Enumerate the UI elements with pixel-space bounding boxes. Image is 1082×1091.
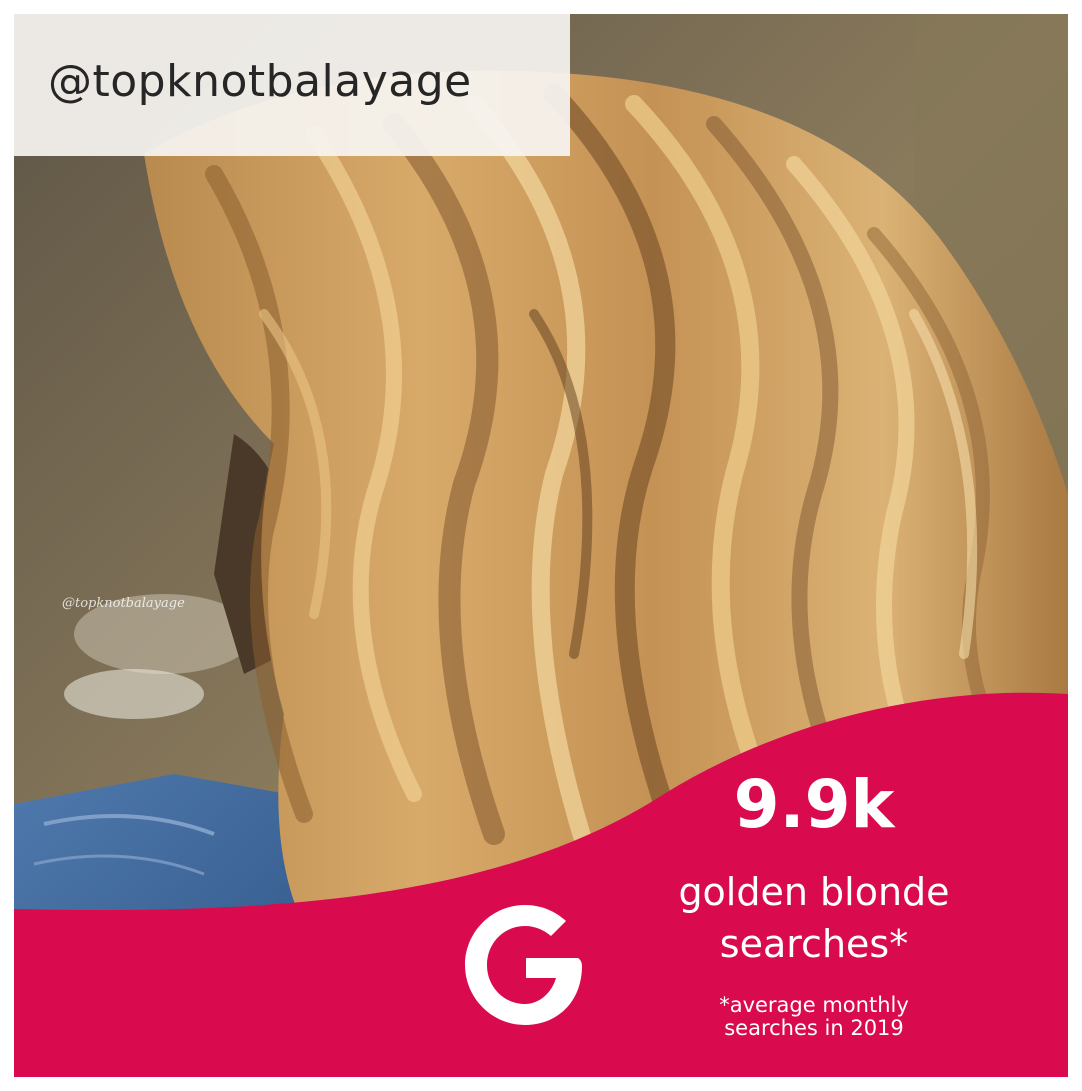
search-count-value: 9.9k <box>733 766 895 843</box>
footnote-line1: *average monthly <box>719 993 909 1017</box>
google-g-icon <box>465 905 582 1025</box>
footnote-line2: searches in 2019 <box>724 1016 904 1040</box>
search-count-label-line2: searches* <box>719 922 909 966</box>
hair-photo: @topknotbalayage @topknotbalayage 9.9k g… <box>14 14 1068 1077</box>
search-count-label: golden blonde searches* <box>654 866 974 970</box>
social-graphic-card: @topknotbalayage @topknotbalayage 9.9k g… <box>0 0 1082 1091</box>
search-count-label-line1: golden blonde <box>678 870 950 914</box>
footnote: *average monthly searches in 2019 <box>654 994 974 1040</box>
